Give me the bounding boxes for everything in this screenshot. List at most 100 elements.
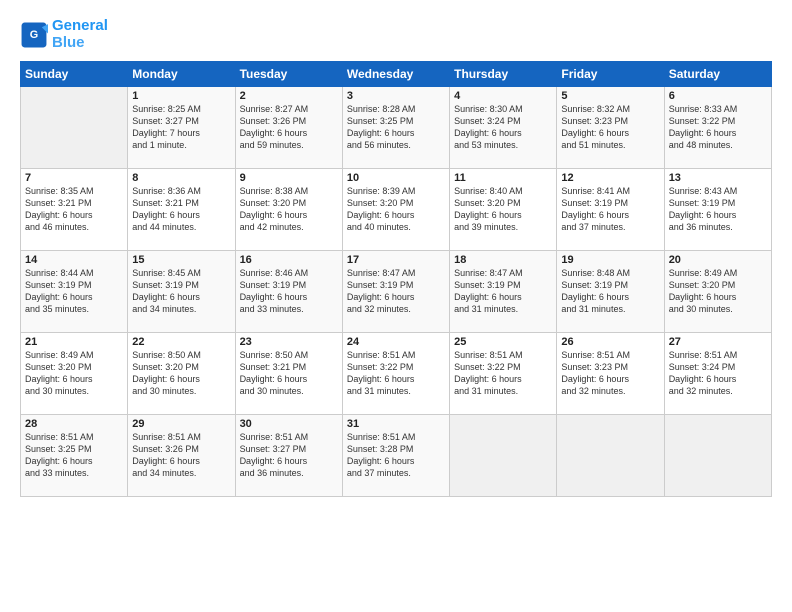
day-number: 12 (561, 172, 659, 184)
day-number: 20 (669, 254, 767, 266)
day-number: 29 (132, 418, 230, 430)
week-row-1: 1Sunrise: 8:25 AMSunset: 3:27 PMDaylight… (21, 87, 772, 169)
day-cell: 14Sunrise: 8:44 AMSunset: 3:19 PMDayligh… (21, 251, 128, 333)
day-number: 7 (25, 172, 123, 184)
day-info: Sunrise: 8:51 AMSunset: 3:26 PMDaylight:… (132, 431, 230, 480)
day-info: Sunrise: 8:51 AMSunset: 3:25 PMDaylight:… (25, 431, 123, 480)
calendar-table: SundayMondayTuesdayWednesdayThursdayFrid… (20, 61, 772, 497)
day-number: 21 (25, 336, 123, 348)
day-info: Sunrise: 8:32 AMSunset: 3:23 PMDaylight:… (561, 103, 659, 152)
day-info: Sunrise: 8:51 AMSunset: 3:23 PMDaylight:… (561, 349, 659, 398)
day-cell: 20Sunrise: 8:49 AMSunset: 3:20 PMDayligh… (664, 251, 771, 333)
day-info: Sunrise: 8:41 AMSunset: 3:19 PMDaylight:… (561, 185, 659, 234)
day-number: 22 (132, 336, 230, 348)
day-cell: 8Sunrise: 8:36 AMSunset: 3:21 PMDaylight… (128, 169, 235, 251)
logo: G GeneralBlue (20, 18, 108, 51)
day-info: Sunrise: 8:51 AMSunset: 3:28 PMDaylight:… (347, 431, 445, 480)
page-header: G GeneralBlue (20, 18, 772, 51)
day-number: 19 (561, 254, 659, 266)
day-number: 8 (132, 172, 230, 184)
day-cell: 4Sunrise: 8:30 AMSunset: 3:24 PMDaylight… (450, 87, 557, 169)
day-cell: 18Sunrise: 8:47 AMSunset: 3:19 PMDayligh… (450, 251, 557, 333)
day-cell: 2Sunrise: 8:27 AMSunset: 3:26 PMDaylight… (235, 87, 342, 169)
week-row-2: 7Sunrise: 8:35 AMSunset: 3:21 PMDaylight… (21, 169, 772, 251)
day-cell: 22Sunrise: 8:50 AMSunset: 3:20 PMDayligh… (128, 333, 235, 415)
day-info: Sunrise: 8:51 AMSunset: 3:24 PMDaylight:… (669, 349, 767, 398)
day-cell: 12Sunrise: 8:41 AMSunset: 3:19 PMDayligh… (557, 169, 664, 251)
day-cell: 31Sunrise: 8:51 AMSunset: 3:28 PMDayligh… (342, 415, 449, 497)
day-number: 15 (132, 254, 230, 266)
day-cell: 10Sunrise: 8:39 AMSunset: 3:20 PMDayligh… (342, 169, 449, 251)
day-cell: 17Sunrise: 8:47 AMSunset: 3:19 PMDayligh… (342, 251, 449, 333)
day-info: Sunrise: 8:51 AMSunset: 3:22 PMDaylight:… (454, 349, 552, 398)
day-number: 18 (454, 254, 552, 266)
day-info: Sunrise: 8:45 AMSunset: 3:19 PMDaylight:… (132, 267, 230, 316)
calendar-header-row: SundayMondayTuesdayWednesdayThursdayFrid… (21, 62, 772, 87)
day-number: 24 (347, 336, 445, 348)
day-cell: 16Sunrise: 8:46 AMSunset: 3:19 PMDayligh… (235, 251, 342, 333)
logo-text: GeneralBlue (52, 18, 108, 51)
day-number: 13 (669, 172, 767, 184)
week-row-5: 28Sunrise: 8:51 AMSunset: 3:25 PMDayligh… (21, 415, 772, 497)
day-info: Sunrise: 8:35 AMSunset: 3:21 PMDaylight:… (25, 185, 123, 234)
day-cell (21, 87, 128, 169)
day-info: Sunrise: 8:25 AMSunset: 3:27 PMDaylight:… (132, 103, 230, 152)
day-cell: 11Sunrise: 8:40 AMSunset: 3:20 PMDayligh… (450, 169, 557, 251)
day-info: Sunrise: 8:49 AMSunset: 3:20 PMDaylight:… (25, 349, 123, 398)
day-cell: 7Sunrise: 8:35 AMSunset: 3:21 PMDaylight… (21, 169, 128, 251)
day-number: 2 (240, 90, 338, 102)
day-number: 17 (347, 254, 445, 266)
day-info: Sunrise: 8:50 AMSunset: 3:21 PMDaylight:… (240, 349, 338, 398)
day-number: 1 (132, 90, 230, 102)
day-cell: 1Sunrise: 8:25 AMSunset: 3:27 PMDaylight… (128, 87, 235, 169)
day-cell: 19Sunrise: 8:48 AMSunset: 3:19 PMDayligh… (557, 251, 664, 333)
day-cell: 26Sunrise: 8:51 AMSunset: 3:23 PMDayligh… (557, 333, 664, 415)
day-cell: 28Sunrise: 8:51 AMSunset: 3:25 PMDayligh… (21, 415, 128, 497)
col-header-friday: Friday (557, 62, 664, 87)
logo-icon: G (20, 21, 48, 49)
day-info: Sunrise: 8:44 AMSunset: 3:19 PMDaylight:… (25, 267, 123, 316)
day-info: Sunrise: 8:49 AMSunset: 3:20 PMDaylight:… (669, 267, 767, 316)
day-number: 26 (561, 336, 659, 348)
day-info: Sunrise: 8:33 AMSunset: 3:22 PMDaylight:… (669, 103, 767, 152)
day-cell: 25Sunrise: 8:51 AMSunset: 3:22 PMDayligh… (450, 333, 557, 415)
day-cell: 24Sunrise: 8:51 AMSunset: 3:22 PMDayligh… (342, 333, 449, 415)
day-cell: 23Sunrise: 8:50 AMSunset: 3:21 PMDayligh… (235, 333, 342, 415)
col-header-wednesday: Wednesday (342, 62, 449, 87)
col-header-sunday: Sunday (21, 62, 128, 87)
day-number: 31 (347, 418, 445, 430)
day-info: Sunrise: 8:30 AMSunset: 3:24 PMDaylight:… (454, 103, 552, 152)
day-info: Sunrise: 8:43 AMSunset: 3:19 PMDaylight:… (669, 185, 767, 234)
day-info: Sunrise: 8:47 AMSunset: 3:19 PMDaylight:… (347, 267, 445, 316)
day-number: 23 (240, 336, 338, 348)
day-cell: 29Sunrise: 8:51 AMSunset: 3:26 PMDayligh… (128, 415, 235, 497)
col-header-tuesday: Tuesday (235, 62, 342, 87)
day-cell: 5Sunrise: 8:32 AMSunset: 3:23 PMDaylight… (557, 87, 664, 169)
day-number: 3 (347, 90, 445, 102)
day-number: 28 (25, 418, 123, 430)
day-cell: 13Sunrise: 8:43 AMSunset: 3:19 PMDayligh… (664, 169, 771, 251)
day-cell (664, 415, 771, 497)
day-number: 30 (240, 418, 338, 430)
col-header-monday: Monday (128, 62, 235, 87)
day-info: Sunrise: 8:27 AMSunset: 3:26 PMDaylight:… (240, 103, 338, 152)
day-number: 25 (454, 336, 552, 348)
day-number: 5 (561, 90, 659, 102)
week-row-3: 14Sunrise: 8:44 AMSunset: 3:19 PMDayligh… (21, 251, 772, 333)
day-cell: 3Sunrise: 8:28 AMSunset: 3:25 PMDaylight… (342, 87, 449, 169)
day-info: Sunrise: 8:28 AMSunset: 3:25 PMDaylight:… (347, 103, 445, 152)
col-header-saturday: Saturday (664, 62, 771, 87)
day-cell: 9Sunrise: 8:38 AMSunset: 3:20 PMDaylight… (235, 169, 342, 251)
day-number: 14 (25, 254, 123, 266)
svg-text:G: G (30, 29, 38, 41)
day-info: Sunrise: 8:48 AMSunset: 3:19 PMDaylight:… (561, 267, 659, 316)
day-info: Sunrise: 8:39 AMSunset: 3:20 PMDaylight:… (347, 185, 445, 234)
day-number: 4 (454, 90, 552, 102)
day-info: Sunrise: 8:40 AMSunset: 3:20 PMDaylight:… (454, 185, 552, 234)
day-cell (557, 415, 664, 497)
day-info: Sunrise: 8:47 AMSunset: 3:19 PMDaylight:… (454, 267, 552, 316)
day-number: 16 (240, 254, 338, 266)
day-cell: 15Sunrise: 8:45 AMSunset: 3:19 PMDayligh… (128, 251, 235, 333)
day-cell: 6Sunrise: 8:33 AMSunset: 3:22 PMDaylight… (664, 87, 771, 169)
day-cell (450, 415, 557, 497)
